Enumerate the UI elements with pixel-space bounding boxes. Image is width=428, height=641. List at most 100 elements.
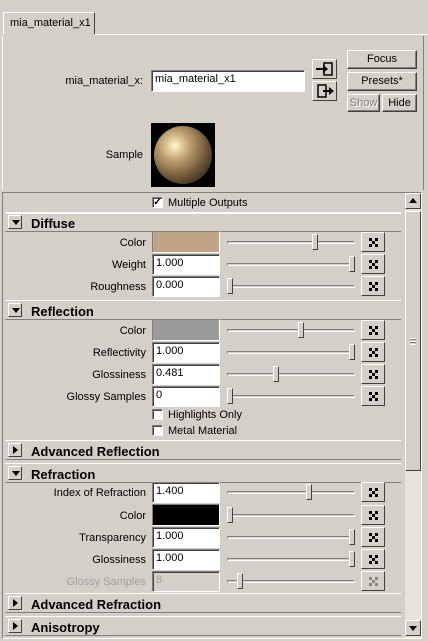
section-title: Refraction <box>31 467 96 482</box>
diffuse-color-map-button[interactable] <box>361 232 385 252</box>
section-advanced-reflection-header[interactable]: Advanced Reflection <box>5 440 401 460</box>
slider-thumb <box>237 573 243 589</box>
multiple-outputs-checkbox[interactable]: ✓ <box>152 197 163 208</box>
scroll-thumb[interactable] <box>405 211 421 471</box>
refraction-color-swatch[interactable] <box>152 504 220 526</box>
attribute-content: ✓ Multiple Outputs Diffuse Color Weight … <box>3 193 403 638</box>
diffuse-roughness-field[interactable]: 0.000 <box>152 276 220 297</box>
slider-thumb[interactable] <box>273 366 279 382</box>
slider-thumb[interactable] <box>306 484 312 500</box>
refraction-glossiness-map-button[interactable] <box>361 549 385 569</box>
checker-map-icon <box>369 260 378 269</box>
transparency-map-button[interactable] <box>361 527 385 547</box>
slider-thumb[interactable] <box>227 388 233 404</box>
checker-map-icon <box>369 326 378 335</box>
diffuse-color-swatch[interactable] <box>152 231 220 253</box>
diffuse-color-slider[interactable] <box>227 233 355 251</box>
presets-button[interactable]: Presets* <box>347 72 417 91</box>
highlights-only-label: Highlights Only <box>168 409 242 421</box>
expand-arrow-icon <box>8 443 22 457</box>
transparency-field[interactable]: 1.000 <box>152 527 220 548</box>
sample-label: Sample <box>105 149 143 161</box>
refraction-glossy-samples-slider <box>227 572 355 590</box>
refraction-glossiness-field[interactable]: 1.000 <box>152 549 220 570</box>
input-connection-icon <box>316 62 333 76</box>
reflection-glossy-samples-map-button[interactable] <box>361 386 385 406</box>
section-title: Advanced Refraction <box>31 597 162 612</box>
ior-label: Index of Refraction <box>53 487 146 499</box>
refraction-color-map-button[interactable] <box>361 505 385 525</box>
slider-thumb[interactable] <box>349 256 355 272</box>
checker-map-icon <box>369 577 378 586</box>
ior-field[interactable]: 1.400 <box>152 482 220 503</box>
diffuse-weight-field[interactable]: 1.000 <box>152 254 220 275</box>
checker-map-icon <box>369 488 378 497</box>
slider-thumb[interactable] <box>298 322 304 338</box>
reflectivity-map-button[interactable] <box>361 342 385 362</box>
show-button[interactable]: Show <box>347 94 380 112</box>
refraction-glossy-samples-map-button <box>361 571 385 591</box>
diffuse-roughness-slider[interactable] <box>227 277 355 295</box>
checker-map-icon <box>369 533 378 542</box>
refraction-glossy-samples-field: 8 <box>152 571 220 592</box>
section-anisotropy-header[interactable]: Anisotropy <box>5 616 401 636</box>
reflection-glossiness-label: Glossiness <box>92 369 146 381</box>
diffuse-roughness-map-button[interactable] <box>361 276 385 296</box>
output-connection-icon <box>317 84 334 98</box>
tab-mia-material[interactable]: mia_material_x1 <box>3 12 95 34</box>
section-refraction-header[interactable]: Refraction <box>5 463 401 483</box>
section-title: Diffuse <box>31 216 76 231</box>
refraction-glossiness-slider[interactable] <box>227 550 355 568</box>
slider-thumb[interactable] <box>349 344 355 360</box>
scroll-down-button[interactable] <box>405 620 421 636</box>
node-name-field[interactable]: mia_material_x1 <box>151 70 305 92</box>
slider-thumb[interactable] <box>227 507 233 523</box>
slider-thumb[interactable] <box>349 529 355 545</box>
section-advanced-refraction-header[interactable]: Advanced Refraction <box>5 593 401 613</box>
arrow-down-icon <box>409 626 417 631</box>
expand-arrow-icon <box>8 619 22 633</box>
transparency-label: Transparency <box>79 532 146 544</box>
slider-thumb[interactable] <box>312 234 318 250</box>
transparency-slider[interactable] <box>227 528 355 546</box>
reflection-color-slider[interactable] <box>227 321 355 339</box>
reflection-color-map-button[interactable] <box>361 320 385 340</box>
refraction-color-slider[interactable] <box>227 506 355 524</box>
multiple-outputs-label: Multiple Outputs <box>168 197 248 209</box>
reflection-glossy-samples-field[interactable]: 0 <box>152 386 220 407</box>
hide-button[interactable]: Hide <box>382 94 417 112</box>
section-title: Anisotropy <box>31 620 100 635</box>
reflection-glossiness-map-button[interactable] <box>361 364 385 384</box>
sample-sphere <box>154 126 212 184</box>
grip-icon <box>410 338 416 345</box>
scroll-up-button[interactable] <box>405 193 421 209</box>
metal-material-checkbox[interactable] <box>152 425 163 436</box>
ior-slider[interactable] <box>227 483 355 501</box>
output-connection-button[interactable] <box>312 81 337 101</box>
arrow-up-icon <box>409 198 417 203</box>
section-diffuse-header[interactable]: Diffuse <box>5 212 401 232</box>
diffuse-weight-map-button[interactable] <box>361 254 385 274</box>
vertical-scrollbar[interactable] <box>405 193 421 638</box>
reflection-glossiness-field[interactable]: 0.481 <box>152 364 220 385</box>
diffuse-weight-slider[interactable] <box>227 255 355 273</box>
focus-button[interactable]: Focus <box>347 50 417 69</box>
collapse-arrow-icon <box>8 303 22 317</box>
tab-strip: mia_material_x1 <box>0 0 428 36</box>
expand-arrow-icon <box>8 596 22 610</box>
reflection-glossy-samples-slider[interactable] <box>227 387 355 405</box>
section-reflection-header[interactable]: Reflection <box>5 300 401 320</box>
slider-thumb[interactable] <box>227 278 233 294</box>
section-title: Advanced Reflection <box>31 444 160 459</box>
reflectivity-label: Reflectivity <box>92 347 146 359</box>
reflectivity-slider[interactable] <box>227 343 355 361</box>
highlights-only-checkbox[interactable] <box>152 409 163 420</box>
slider-thumb[interactable] <box>349 551 355 567</box>
reflectivity-field[interactable]: 1.000 <box>152 342 220 363</box>
input-connection-button[interactable] <box>312 59 337 79</box>
reflection-glossiness-slider[interactable] <box>227 365 355 383</box>
material-sample-swatch[interactable] <box>151 123 215 187</box>
reflection-color-swatch[interactable] <box>152 319 220 341</box>
refraction-glossiness-label: Glossiness <box>92 554 146 566</box>
ior-map-button[interactable] <box>361 482 385 502</box>
